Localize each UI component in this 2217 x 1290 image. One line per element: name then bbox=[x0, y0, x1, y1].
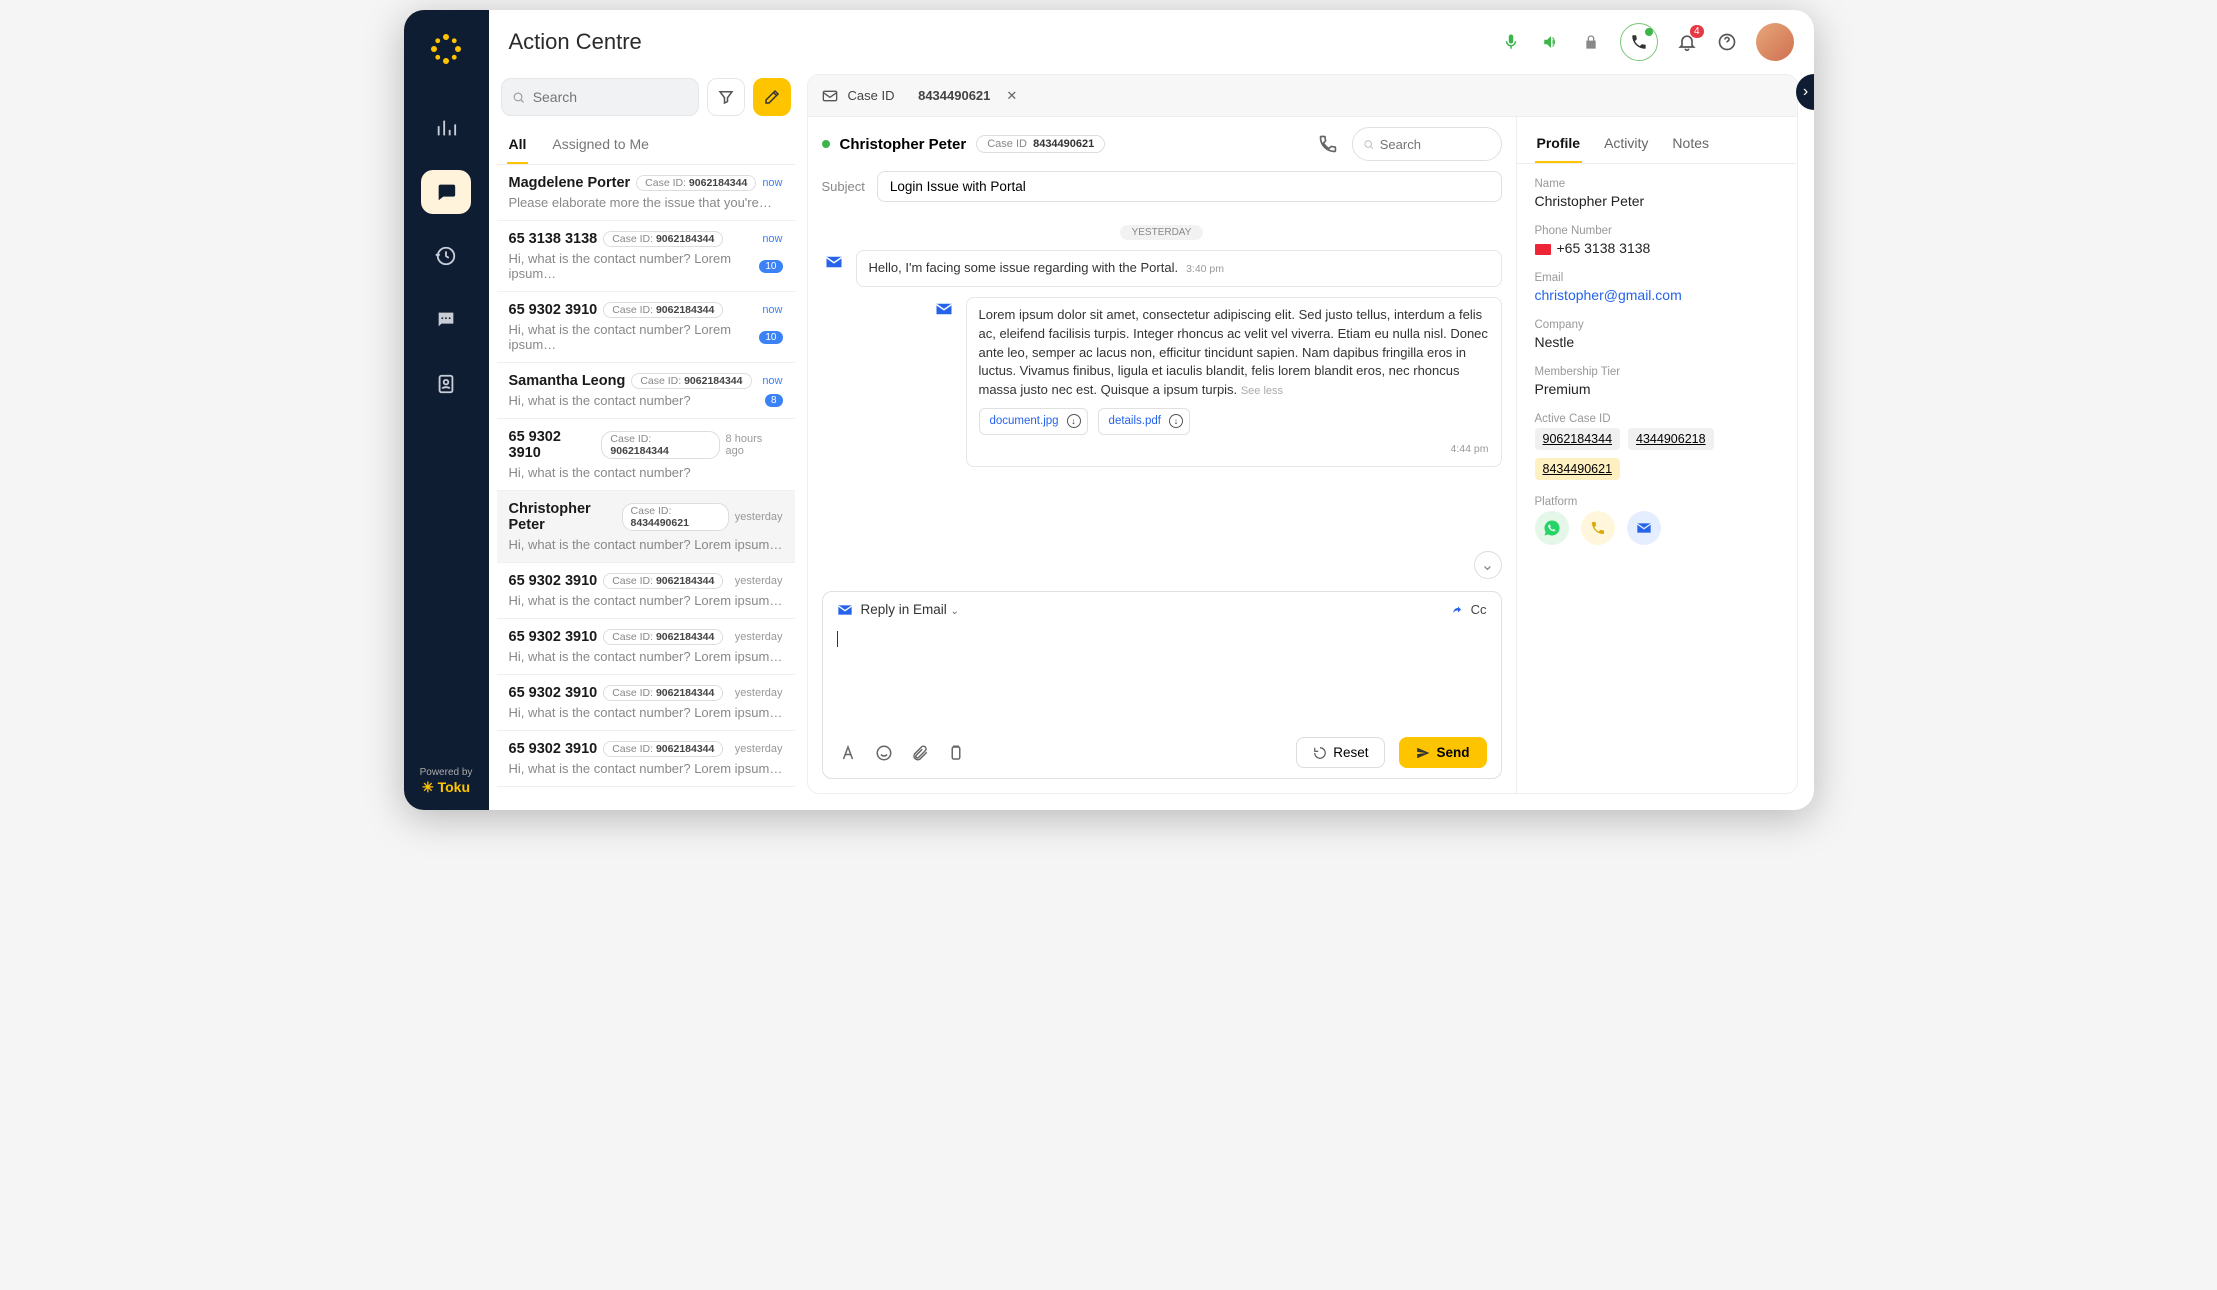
message-item: Hello, I'm facing some issue regarding w… bbox=[822, 250, 1502, 287]
profile-tier: Premium bbox=[1535, 381, 1779, 397]
case-panel: Case ID 8434490621 ✕ Christopher Peter C… bbox=[807, 74, 1798, 794]
thread-item[interactable]: 65 3138 3138Case ID: 9062184344nowHi, wh… bbox=[497, 221, 795, 292]
status-dot-icon bbox=[822, 140, 830, 148]
search-input[interactable] bbox=[501, 78, 699, 116]
tab-activity[interactable]: Activity bbox=[1602, 127, 1650, 163]
thread-tabs: All Assigned to Me bbox=[497, 126, 795, 165]
close-icon[interactable]: ✕ bbox=[1006, 88, 1017, 104]
lock-icon[interactable] bbox=[1580, 31, 1602, 53]
thread-list[interactable]: Magdelene PorterCase ID: 9062184344nowPl… bbox=[497, 165, 795, 794]
mic-icon[interactable] bbox=[1500, 31, 1522, 53]
whatsapp-icon[interactable] bbox=[1535, 511, 1569, 545]
email-platform-icon[interactable] bbox=[1627, 511, 1661, 545]
email-icon bbox=[822, 250, 846, 274]
email-icon bbox=[932, 297, 956, 321]
thread-item[interactable]: Samantha LeongCase ID: 9062184344nowHi, … bbox=[497, 363, 795, 419]
reply-channel-select[interactable]: Reply in Email ⌄ bbox=[861, 602, 959, 617]
reply-textarea[interactable] bbox=[823, 627, 1501, 727]
case-chip[interactable]: 4344906218 bbox=[1628, 428, 1714, 450]
emoji-icon[interactable] bbox=[873, 742, 895, 764]
nav-history-icon[interactable] bbox=[421, 234, 471, 278]
case-tab-header: Case ID 8434490621 ✕ bbox=[808, 75, 1797, 117]
thread-item[interactable]: 65 9302 3910Case ID: 9062184344yesterday… bbox=[497, 563, 795, 619]
attach-icon[interactable] bbox=[909, 742, 931, 764]
brand-logo bbox=[423, 26, 469, 72]
thread-item[interactable]: 65 9302 3910Case ID: 9062184344nowHi, wh… bbox=[497, 292, 795, 363]
bell-icon[interactable]: 4 bbox=[1676, 31, 1698, 53]
volume-icon[interactable] bbox=[1540, 31, 1562, 53]
message-item: Lorem ipsum dolor sit amet, consectetur … bbox=[932, 297, 1502, 467]
attachment-item[interactable]: details.pdf↓ bbox=[1098, 408, 1190, 435]
profile-panel: Profile Activity Notes NameChristopher P… bbox=[1517, 117, 1797, 793]
thread-item[interactable]: 65 9302 3910Case ID: 9062184344yesterday… bbox=[497, 731, 795, 787]
thread-item[interactable]: 65 9302 3910Case ID: 90621843448 hours a… bbox=[497, 419, 795, 491]
reset-button[interactable]: Reset bbox=[1296, 737, 1385, 768]
nav-dashboard-icon[interactable] bbox=[421, 106, 471, 150]
tab-profile[interactable]: Profile bbox=[1535, 127, 1583, 163]
clipboard-icon[interactable] bbox=[945, 742, 967, 764]
help-icon[interactable] bbox=[1716, 31, 1738, 53]
case-chip[interactable]: 8434490621 bbox=[1535, 458, 1621, 480]
see-less-toggle[interactable]: See less bbox=[1241, 385, 1283, 397]
thread-item[interactable]: Magdelene PorterCase ID: 9062184344nowPl… bbox=[497, 165, 795, 221]
collapse-icon[interactable]: ⌄ bbox=[1474, 551, 1502, 579]
topbar: Action Centre 4 bbox=[489, 10, 1814, 74]
phone-platform-icon[interactable] bbox=[1581, 511, 1615, 545]
call-icon[interactable] bbox=[1314, 130, 1342, 158]
notif-badge: 4 bbox=[1690, 25, 1704, 38]
tab-notes[interactable]: Notes bbox=[1670, 127, 1711, 163]
case-chip[interactable]: 9062184344 bbox=[1535, 428, 1621, 450]
profile-email[interactable]: christopher@gmail.com bbox=[1535, 287, 1779, 303]
powered-by: Powered by ✳ Toku bbox=[420, 766, 473, 794]
compose-icon[interactable] bbox=[753, 78, 791, 116]
conversation-search-input[interactable] bbox=[1352, 127, 1502, 161]
filter-icon[interactable] bbox=[707, 78, 745, 116]
phone-status-icon[interactable] bbox=[1620, 23, 1658, 61]
tab-assigned[interactable]: Assigned to Me bbox=[550, 126, 651, 164]
profile-company: Nestle bbox=[1535, 334, 1779, 350]
send-button[interactable]: Send bbox=[1399, 737, 1486, 768]
user-avatar[interactable] bbox=[1756, 23, 1794, 61]
nav-messages-icon[interactable] bbox=[421, 298, 471, 342]
profile-name: Christopher Peter bbox=[1535, 193, 1779, 209]
nav-chat-icon[interactable] bbox=[421, 170, 471, 214]
download-icon[interactable]: ↓ bbox=[1169, 414, 1183, 428]
text-format-icon[interactable] bbox=[837, 742, 859, 764]
tab-all[interactable]: All bbox=[507, 126, 529, 164]
thread-item[interactable]: 65 9302 3910Case ID: 9062184344yesterday… bbox=[497, 619, 795, 675]
subject-field[interactable]: Login Issue with Portal bbox=[877, 171, 1502, 202]
thread-item[interactable]: 65 9302 3910Case ID: 9062184344yesterday… bbox=[497, 675, 795, 731]
subject-label: Subject bbox=[822, 179, 865, 194]
case-person-name: Christopher Peter bbox=[840, 136, 967, 153]
attachment-item[interactable]: document.jpg↓ bbox=[979, 408, 1088, 435]
side-nav: Powered by ✳ Toku bbox=[404, 10, 489, 810]
thread-item[interactable]: Christopher PeterCase ID: 8434490621yest… bbox=[497, 491, 795, 563]
nav-contacts-icon[interactable] bbox=[421, 362, 471, 406]
thread-list-panel: All Assigned to Me Magdelene PorterCase … bbox=[497, 74, 795, 794]
page-title: Action Centre bbox=[509, 29, 642, 55]
cc-button[interactable]: Cc bbox=[1449, 602, 1487, 617]
reply-box: Reply in Email ⌄ Cc bbox=[822, 591, 1502, 779]
profile-phone: +65 3138 3138 bbox=[1535, 240, 1779, 256]
day-separator: YESTERDAY bbox=[822, 222, 1502, 240]
case-id-pill: Case ID 8434490621 bbox=[976, 135, 1105, 153]
download-icon[interactable]: ↓ bbox=[1067, 414, 1081, 428]
